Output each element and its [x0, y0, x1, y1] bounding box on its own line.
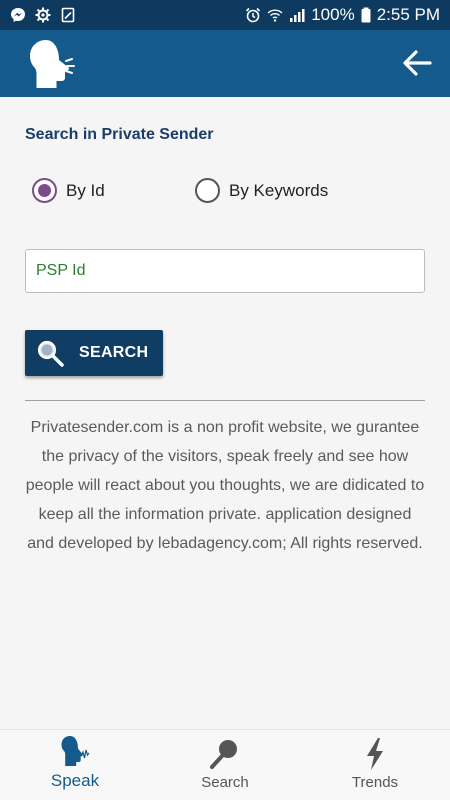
radio-by-keywords-label: By Keywords — [229, 180, 329, 200]
lightning-icon — [367, 738, 383, 770]
status-right-icons: 100% 2:55 PM — [245, 5, 440, 25]
search-section-title: Search in Private Sender — [25, 126, 214, 143]
status-left-icons — [10, 7, 76, 23]
search-button-label: SEARCH — [79, 344, 149, 361]
nav-search-label: Search — [201, 774, 249, 791]
status-bar: 100% 2:55 PM — [0, 0, 450, 30]
settings-gear-icon — [35, 7, 51, 23]
nav-speak[interactable]: Speak — [0, 730, 150, 800]
psp-id-input[interactable] — [25, 249, 425, 293]
radio-by-id[interactable]: By Id — [32, 178, 105, 203]
radio-by-id-label: By Id — [66, 180, 105, 200]
alarm-icon — [246, 7, 261, 23]
nav-speak-label: Speak — [50, 771, 100, 790]
app-bar — [0, 30, 450, 97]
messenger-icon — [11, 8, 25, 22]
search-icon — [210, 740, 237, 769]
speak-icon — [61, 736, 90, 766]
radio-dot — [38, 184, 51, 197]
nav-trends[interactable]: Trends — [300, 730, 450, 800]
search-button[interactable]: SEARCH — [25, 330, 163, 376]
back-arrow-icon[interactable] — [400, 46, 434, 80]
about-text: Privatesender.com is a non profit websit… — [25, 419, 425, 552]
battery-icon — [361, 7, 371, 23]
radio-button-unselected[interactable] — [195, 178, 220, 203]
status-time: 2:55 PM — [376, 5, 440, 24]
magnifier-icon — [37, 340, 64, 367]
battery-percent: 100% — [311, 5, 355, 24]
speaking-head-icon[interactable] — [24, 38, 80, 90]
radio-by-keywords[interactable]: By Keywords — [195, 178, 328, 203]
bottom-navigation: Speak Search Trends — [0, 729, 450, 800]
signal-icon — [290, 9, 305, 22]
divider — [25, 400, 425, 401]
nav-trends-label: Trends — [351, 774, 399, 791]
wifi-icon — [267, 9, 283, 22]
radio-button-selected[interactable] — [32, 178, 57, 203]
nav-search[interactable]: Search — [150, 730, 300, 800]
clipboard-icon — [61, 7, 75, 23]
